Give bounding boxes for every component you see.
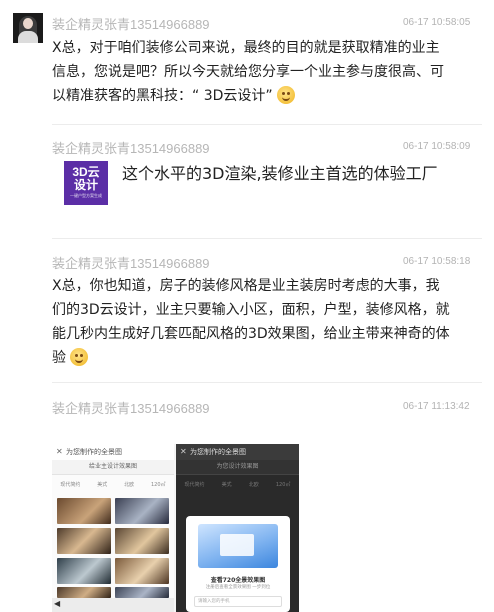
message-time: 06-17 10:58:18	[403, 256, 471, 267]
render-thumbnail	[115, 558, 169, 584]
shared-screenshot-image[interactable]: 为您制作的全景图 ✕ 给业主设计效果图 现代简约 美式 北欧 120㎡ ◀ 为您…	[52, 444, 299, 612]
message-line: 们的3D云设计，业主只要输入小区，面积，户型，装修风格，就	[52, 302, 450, 318]
style-tab: 现代简约	[60, 482, 81, 488]
style-tab: 美式	[97, 482, 108, 488]
panorama-modal: 查看720全景效果图 注册后查看全景效果图 一步到位 请输入您的手机	[186, 516, 290, 612]
phone-subtitle: 为您设计效果图	[176, 460, 299, 475]
message-text[interactable]: X总，对于咱们装修公司来说，最终的目的就是获取精准的业主 信息，您说是吧？所以今…	[52, 36, 462, 108]
message-time: 06-17 10:58:05	[403, 17, 471, 28]
phone-screen-right: 为您制作的全景图 ✕ 为您设计效果图 现代简约 美式 北欧 120㎡ 查看720…	[176, 444, 299, 612]
render-thumbnail	[57, 558, 111, 584]
modal-title: 查看720全景效果图	[210, 577, 266, 584]
close-icon: ✕	[56, 447, 63, 456]
smile-emoji-icon	[276, 86, 295, 104]
phone-input: 请输入您的手机	[194, 596, 282, 607]
message-time: 06-17 11:13:42	[403, 401, 470, 412]
message-line: 信息，您说是吧？所以今天就给您分享一个业主参与度很高、可	[52, 64, 444, 80]
message-sender[interactable]: 装企精灵张青13514966889	[52, 398, 210, 417]
render-thumbnail	[57, 498, 111, 524]
render-thumbnail	[115, 528, 169, 554]
message-text[interactable]: X总，你也知道，房子的装修风格是业主装房时考虑的大事，我 们的3D云设计，业主只…	[52, 274, 462, 370]
message-sender[interactable]: 装企精灵张青13514966889	[52, 253, 210, 272]
render-thumbnail	[57, 587, 111, 598]
message-divider	[52, 238, 482, 239]
message-line: 验	[52, 346, 462, 370]
modal-subtitle: 注册后查看全景效果图 一步到位	[205, 585, 271, 590]
sender-avatar[interactable]	[13, 13, 43, 43]
render-thumbnail	[115, 587, 169, 598]
message-line: 以精准获客的黑科技：“ 3D云设计”	[52, 84, 462, 108]
message-time: 06-17 10:58:09	[403, 141, 471, 152]
style-tabs: 现代简约 美式 北欧 120㎡	[52, 476, 174, 494]
phone-screen-left: 为您制作的全景图 ✕ 给业主设计效果图 现代简约 美式 北欧 120㎡ ◀	[52, 444, 174, 612]
play-icon: ◀	[54, 599, 61, 608]
avatar-face	[23, 18, 33, 29]
style-tab: 北欧	[124, 482, 135, 488]
style-tabs: 现代简约 美式 北欧 120㎡	[184, 482, 291, 488]
render-thumbnail	[115, 498, 169, 524]
message-divider	[52, 382, 482, 383]
message-sender[interactable]: 装企精灵张青13514966889	[52, 138, 210, 157]
message-line: X总，你也知道，房子的装修风格是业主装房时考虑的大事，我	[52, 278, 440, 294]
style-tab: 120㎡	[151, 482, 166, 488]
message-sender[interactable]: 装企精灵张青13514966889	[52, 14, 210, 33]
3d-cloud-design-logo[interactable]: 3D云 设计 一键户型方案生成	[64, 161, 108, 205]
avatar-body	[18, 31, 38, 43]
phone-title-bar: 为您制作的全景图	[176, 444, 299, 460]
message-text[interactable]: 这个水平的3D渲染,装修业主首选的体验工厂	[122, 160, 438, 184]
close-icon: ✕	[180, 447, 187, 456]
message-divider	[52, 124, 482, 125]
render-thumbnail	[57, 528, 111, 554]
panorama-illustration	[198, 524, 278, 568]
message-line: 能几秒内生成好几套匹配风格的3D效果图，给业主带来神奇的体	[52, 326, 450, 342]
phone-subtitle: 给业主设计效果图	[52, 460, 174, 475]
phone-footer	[52, 598, 174, 612]
message-line: X总，对于咱们装修公司来说，最终的目的就是获取精准的业主	[52, 40, 440, 56]
phone-title-bar: 为您制作的全景图	[52, 444, 174, 460]
smile-emoji-icon	[70, 348, 88, 366]
